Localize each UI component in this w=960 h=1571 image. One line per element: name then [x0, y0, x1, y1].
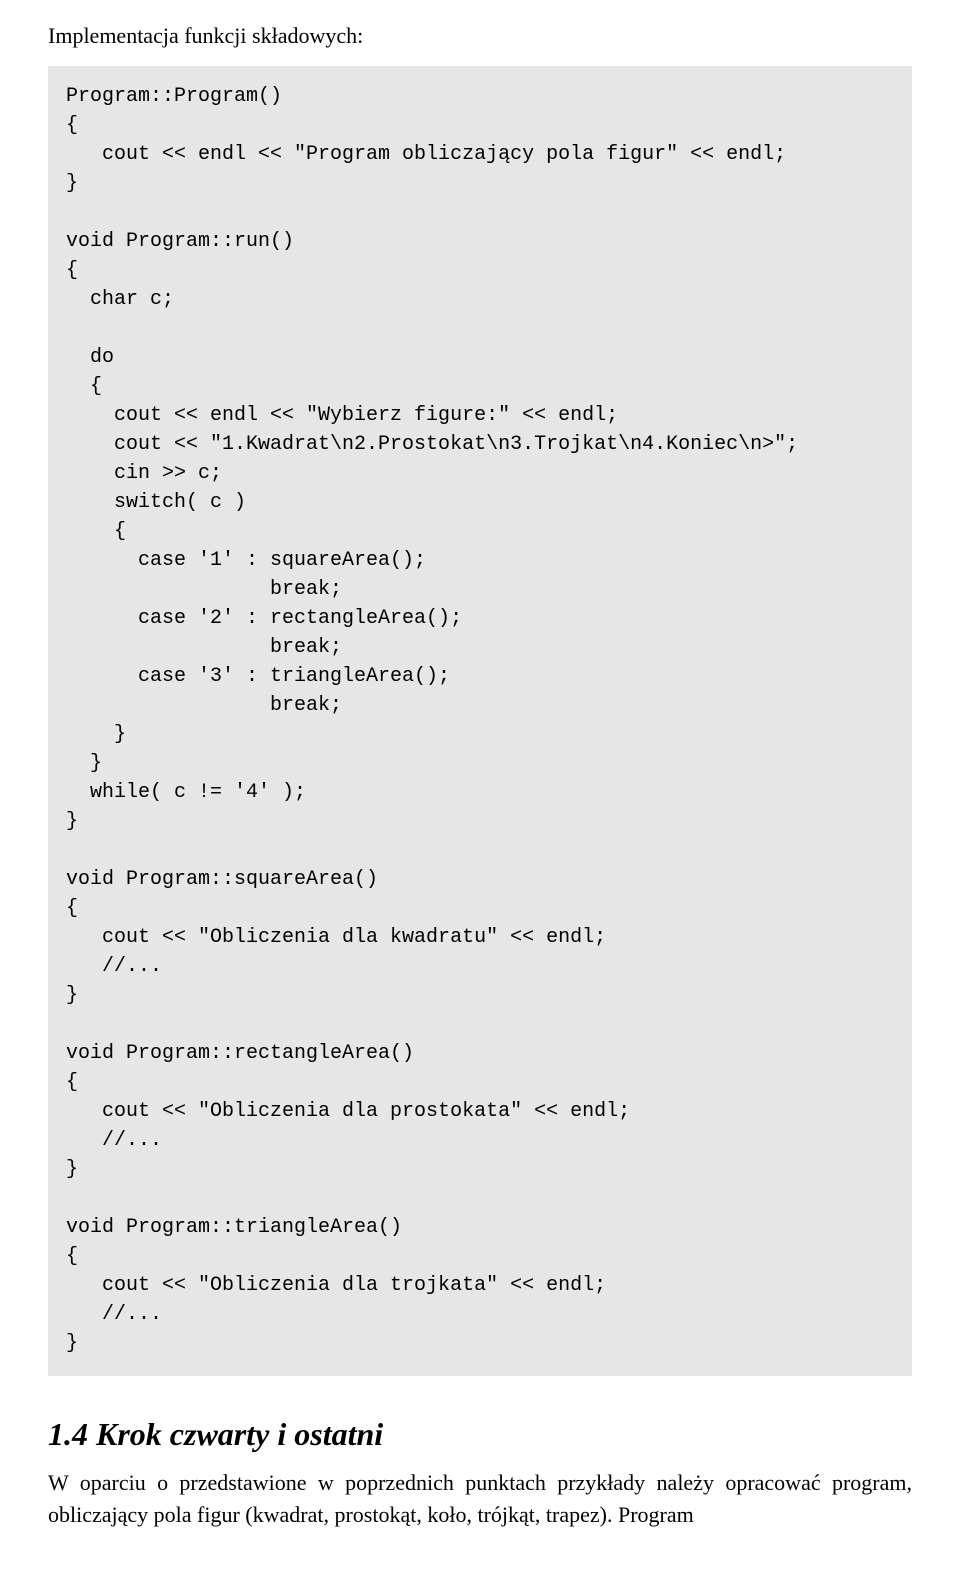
intro-paragraph: Implementacja funkcji składowych: — [48, 20, 912, 52]
document-page: Implementacja funkcji składowych: Progra… — [0, 0, 960, 1571]
code-block: Program::Program() { cout << endl << "Pr… — [48, 66, 912, 1376]
section-heading: 1.4 Krok czwarty i ostatni — [48, 1416, 912, 1453]
body-paragraph: W oparciu o przedstawione w poprzednich … — [48, 1467, 912, 1531]
